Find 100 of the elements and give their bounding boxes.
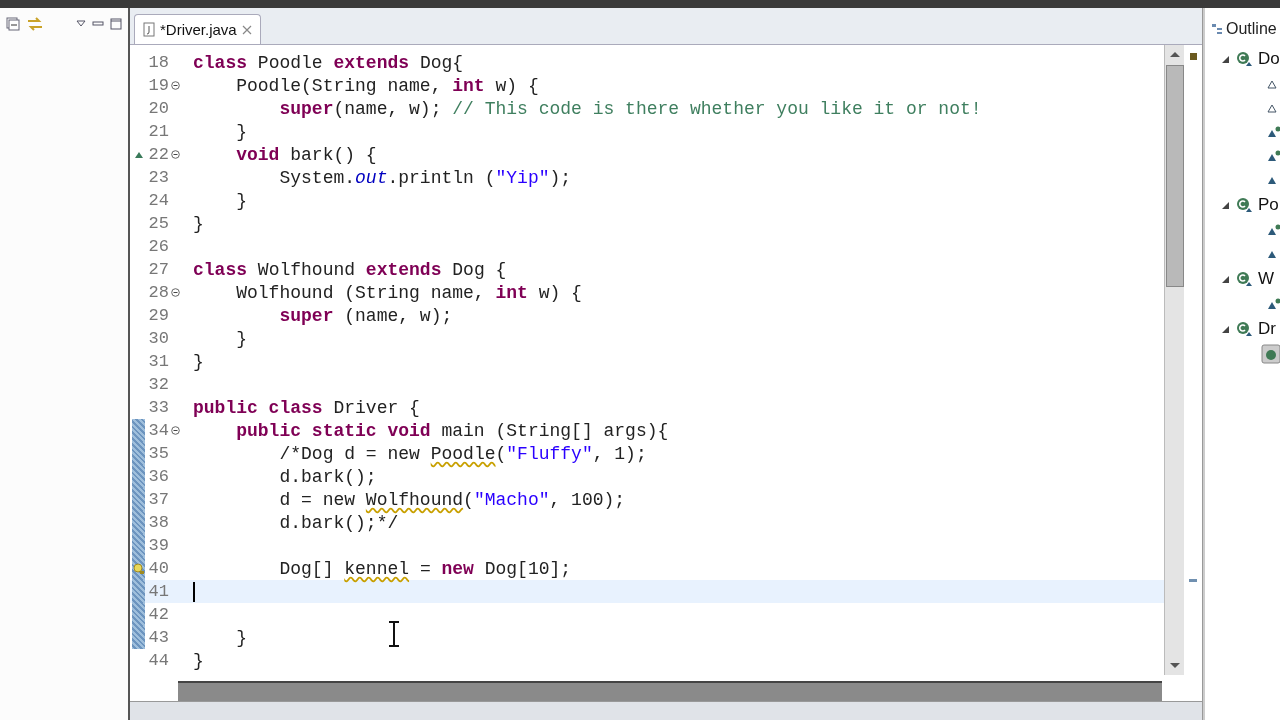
- expand-triangle-icon[interactable]: [1221, 200, 1230, 210]
- code-token: }: [193, 351, 204, 372]
- line-number: 24: [147, 191, 169, 210]
- constructor-icon[interactable]: [1267, 126, 1280, 138]
- code-token: Dog{: [419, 52, 464, 73]
- fold-icon[interactable]: [170, 288, 180, 297]
- code-token: Dog[]: [279, 558, 334, 579]
- tab-title: *Driver.java: [160, 21, 237, 38]
- code-token: w) {: [538, 282, 582, 303]
- code-token: /*Dog d = new: [279, 443, 420, 464]
- code-token: super: [279, 305, 334, 326]
- code-token: }: [193, 213, 204, 234]
- constructor-icon[interactable]: [1267, 150, 1280, 162]
- expand-triangle-icon[interactable]: [1221, 324, 1230, 334]
- line-number: 30: [147, 329, 169, 348]
- text-cursor-icon: [388, 621, 400, 647]
- code-token: main (String[] args){: [441, 420, 669, 441]
- horizontal-scrollbar[interactable]: [178, 681, 1162, 701]
- method-icon[interactable]: [1267, 249, 1277, 259]
- maximize-icon[interactable]: [110, 18, 122, 30]
- line-number: 43: [147, 628, 169, 647]
- view-menu-icon[interactable]: [76, 20, 86, 28]
- code-token: }: [236, 121, 248, 142]
- fold-icon[interactable]: [170, 426, 180, 435]
- class-icon: [1236, 51, 1252, 67]
- code-token: (: [495, 443, 507, 464]
- outline-class-label[interactable]: W: [1258, 269, 1275, 289]
- code-token: Wolfhound: [365, 489, 464, 510]
- code-token: }: [236, 328, 248, 349]
- code-token: Wolfhound: [257, 259, 356, 280]
- close-icon[interactable]: [241, 24, 252, 35]
- editor-tab[interactable]: *Driver.java: [134, 14, 261, 44]
- minimize-icon[interactable]: [92, 21, 104, 27]
- outline-tab[interactable]: Outline: [1205, 8, 1280, 46]
- constructor-icon[interactable]: [1267, 298, 1280, 310]
- expand-triangle-icon[interactable]: [1221, 54, 1230, 64]
- fold-icon[interactable]: [170, 150, 180, 159]
- outline-icon: [1211, 23, 1223, 35]
- line-number: 26: [147, 237, 169, 256]
- line-number: 20: [147, 99, 169, 118]
- field-icon[interactable]: [1267, 79, 1277, 89]
- code-token: , 100);: [549, 489, 626, 510]
- vertical-scrollbar[interactable]: [1164, 45, 1185, 675]
- code-token: (name, w);: [344, 305, 453, 326]
- code-token: =: [419, 558, 431, 579]
- code-token: }: [193, 650, 204, 671]
- line-number: 29: [147, 306, 169, 325]
- constructor-icon[interactable]: [1267, 224, 1280, 236]
- fold-icon[interactable]: [170, 81, 180, 90]
- line-number: 23: [147, 168, 169, 187]
- expand-triangle-icon[interactable]: [1221, 274, 1230, 284]
- code-token: , 1);: [592, 443, 647, 464]
- class-icon: [1236, 271, 1252, 287]
- line-number: 28: [147, 283, 169, 302]
- code-token: );: [549, 167, 572, 188]
- line-number: 36: [147, 467, 169, 486]
- code-token: Poodle: [257, 52, 323, 73]
- code-token: Driver {: [333, 397, 420, 418]
- collapse-all-icon[interactable]: [6, 17, 20, 31]
- line-number: 21: [147, 122, 169, 141]
- code-token: Poodle: [430, 443, 496, 464]
- line-number: 19: [147, 76, 169, 95]
- code-token: public class: [193, 397, 323, 418]
- code-token: (: [463, 489, 474, 510]
- code-token: }: [236, 627, 248, 648]
- code-comment: // This code is there whether you like it or not!: [452, 98, 982, 119]
- line-number: 40: [147, 559, 169, 578]
- scroll-thumb[interactable]: [1165, 65, 1184, 287]
- outline-class-label[interactable]: Do: [1258, 49, 1280, 69]
- line-number: 37: [147, 490, 169, 509]
- code-token: int: [495, 282, 528, 303]
- line-number: 38: [147, 513, 169, 532]
- line-number: 32: [147, 375, 169, 394]
- code-token: d.bark();: [279, 466, 377, 487]
- code-token: d = new: [279, 489, 356, 510]
- line-number: 18: [147, 53, 169, 72]
- outline-class-label[interactable]: Dr: [1258, 319, 1276, 339]
- code-token: "Fluffy": [506, 443, 593, 464]
- code-token: Wolfhound (String name,: [236, 282, 485, 303]
- outline-title: Outline: [1226, 20, 1277, 38]
- line-number: 41: [147, 582, 169, 601]
- class-icon: [1236, 321, 1252, 337]
- code-token: out: [355, 167, 388, 188]
- line-number: 25: [147, 214, 169, 233]
- outline-class-label[interactable]: Po: [1258, 195, 1279, 215]
- method-icon[interactable]: [1267, 175, 1277, 185]
- line-number: 35: [147, 444, 169, 463]
- code-token: extends: [333, 52, 410, 73]
- code-token: new: [441, 558, 474, 579]
- code-token: void: [236, 144, 280, 165]
- code-token: public static void: [236, 420, 431, 441]
- warning-marker[interactable]: [1189, 53, 1197, 60]
- class-icon: [1236, 197, 1252, 213]
- code-token: Dog {: [452, 259, 507, 280]
- code-token: class: [193, 259, 247, 280]
- method-icon[interactable]: [1261, 344, 1280, 364]
- line-number: 39: [147, 536, 169, 555]
- line-number: 22: [147, 145, 169, 164]
- field-icon[interactable]: [1267, 103, 1277, 113]
- code-token: "Macho": [473, 489, 550, 510]
